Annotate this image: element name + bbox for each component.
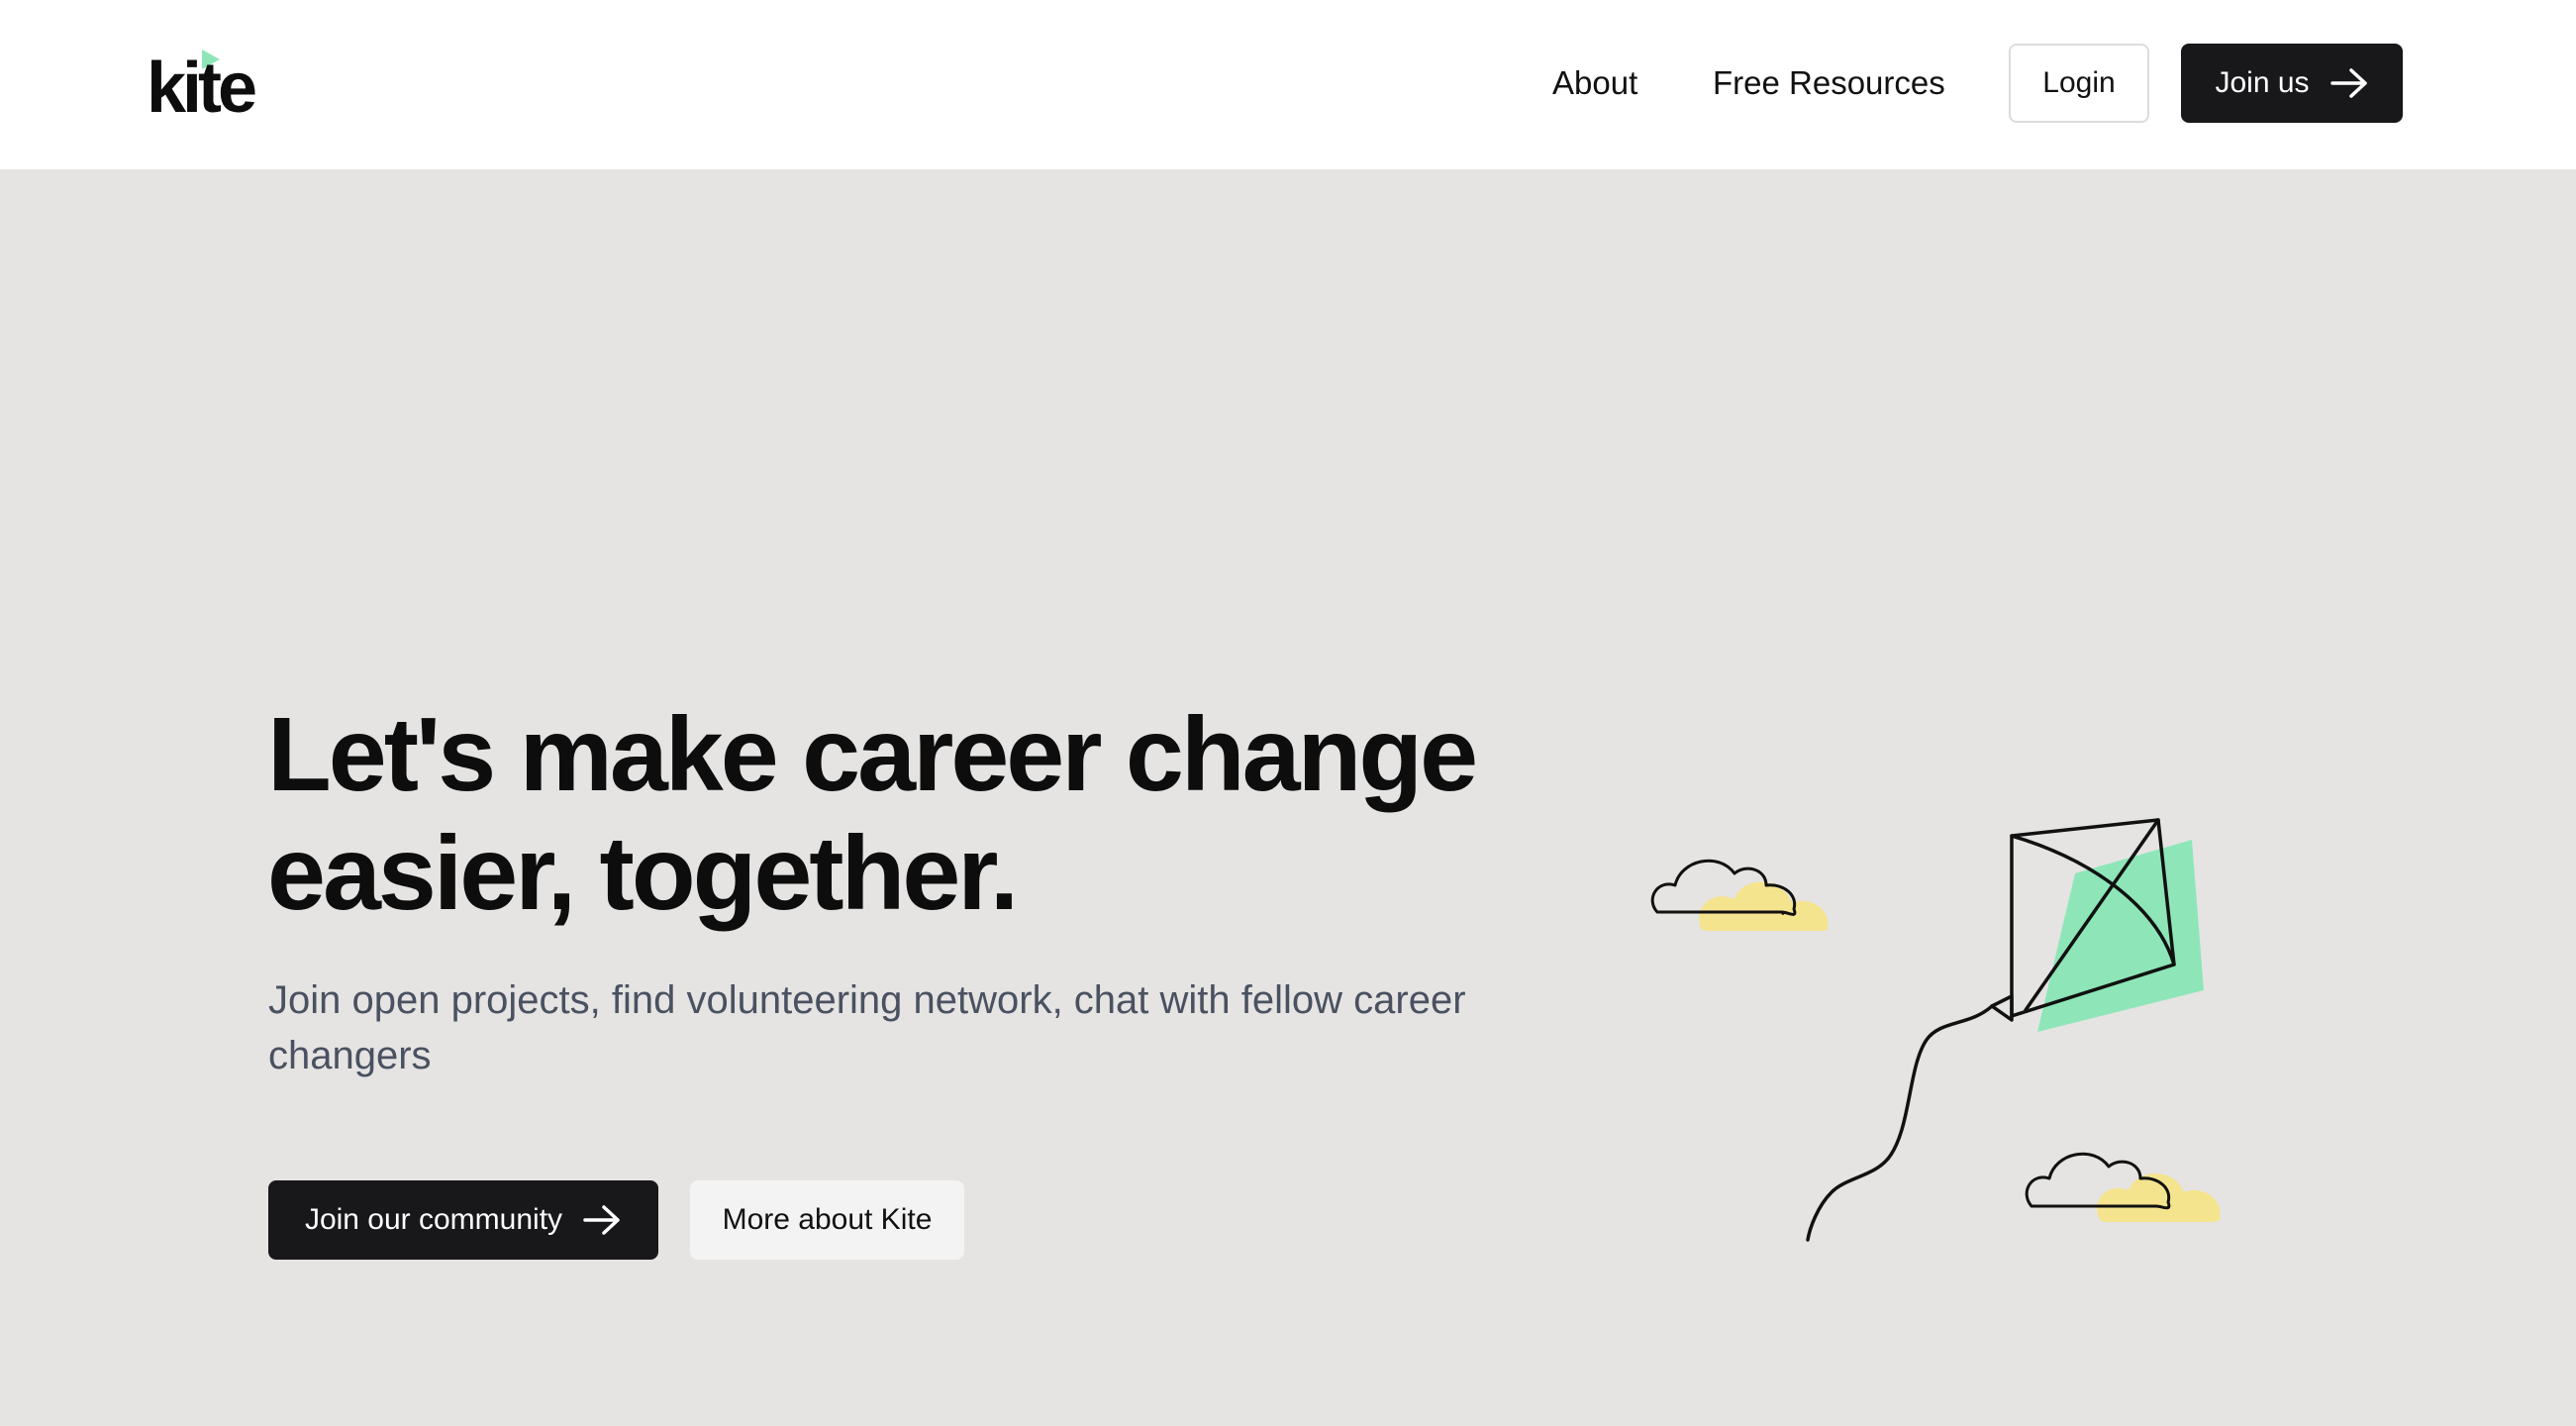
site-header: kite About Free Resources Login Join us (0, 0, 2576, 169)
join-us-button-label: Join us (2215, 66, 2310, 99)
nav-about-link[interactable]: About (1552, 61, 1637, 105)
join-community-button[interactable]: Join our community (268, 1180, 658, 1260)
hero-subtitle: Join open projects, find volunteering ne… (268, 978, 1466, 1077)
cloud-illustration (2025, 1152, 2221, 1222)
cloud-illustration (1650, 859, 1829, 931)
hero-title: Let's make career change easier, togethe… (267, 696, 1478, 932)
more-about-kite-button[interactable]: More about Kite (690, 1180, 964, 1260)
kite-illustration (1643, 812, 2277, 1248)
nav-free-resources-link[interactable]: Free Resources (1713, 61, 1945, 105)
svg-text:kite: kite (147, 49, 255, 119)
login-button[interactable]: Login (2009, 44, 2149, 123)
join-community-button-label: Join our community (304, 1203, 563, 1236)
more-about-kite-button-label: More about Kite (722, 1203, 933, 1236)
login-button-label: Login (2042, 66, 2116, 99)
join-us-button[interactable]: Join us (2181, 44, 2403, 123)
arrow-right-icon (2329, 67, 2369, 99)
kite-logo[interactable]: kite (147, 48, 295, 119)
arrow-right-icon (582, 1204, 622, 1236)
